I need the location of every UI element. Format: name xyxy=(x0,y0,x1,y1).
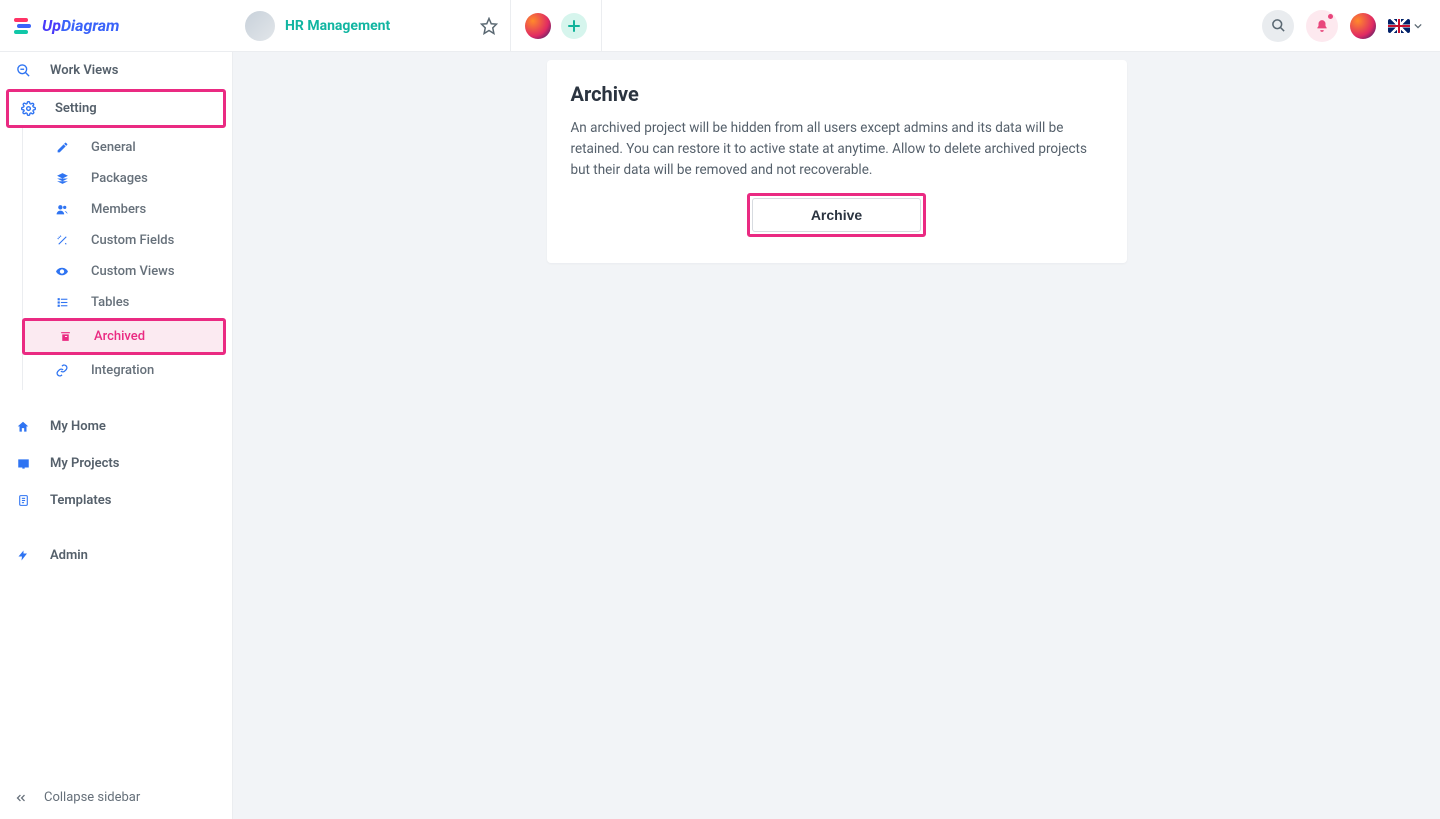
nav-label: My Home xyxy=(50,419,106,434)
eye-icon xyxy=(53,265,71,278)
sub-label: Integration xyxy=(91,363,154,378)
sub-label: Archived xyxy=(94,329,145,344)
notification-dot-icon xyxy=(1328,14,1333,19)
sub-custom-fields[interactable]: Custom Fields xyxy=(23,225,232,256)
nav-setting[interactable]: Setting xyxy=(9,92,223,125)
star-icon[interactable] xyxy=(480,17,498,35)
main-content: Archive An archived project will be hidd… xyxy=(233,52,1440,819)
nav-label: My Projects xyxy=(50,456,119,471)
lightning-icon xyxy=(14,548,32,563)
layers-icon xyxy=(53,172,71,185)
link-icon xyxy=(53,364,71,377)
archive-description: An archived project will be hidden from … xyxy=(571,118,1103,181)
sub-members[interactable]: Members xyxy=(23,194,232,225)
sub-label: General xyxy=(91,140,136,155)
project-members xyxy=(511,0,602,51)
chevron-down-icon xyxy=(1414,22,1422,30)
collapse-sidebar[interactable]: Collapse sidebar xyxy=(0,775,232,819)
book-icon xyxy=(14,457,32,471)
sub-label: Custom Fields xyxy=(91,233,174,248)
archive-card: Archive An archived project will be hidd… xyxy=(547,60,1127,263)
nav-templates[interactable]: Templates xyxy=(0,482,232,519)
archive-title: Archive xyxy=(571,82,1103,106)
highlight-setting: Setting xyxy=(6,89,226,128)
nav-label: Admin xyxy=(50,548,88,563)
archive-button[interactable]: Archive xyxy=(752,198,921,232)
highlight-archived: Archived xyxy=(22,318,226,355)
setting-submenu: General Packages Members Custom Fields xyxy=(22,128,232,390)
archive-box-icon xyxy=(56,330,74,343)
chevrons-left-icon xyxy=(14,791,28,805)
top-bar: UpDiagram HR Management xyxy=(0,0,1440,52)
logo[interactable]: UpDiagram xyxy=(0,0,233,51)
collapse-label: Collapse sidebar xyxy=(44,790,140,805)
sub-archived[interactable]: Archived xyxy=(25,321,223,352)
project-switcher[interactable]: HR Management xyxy=(233,0,511,51)
home-icon xyxy=(14,420,32,434)
clipboard-icon xyxy=(14,493,32,508)
nav-admin[interactable]: Admin xyxy=(0,537,232,574)
project-avatar-icon xyxy=(245,11,275,41)
search-detail-icon xyxy=(14,63,32,78)
highlight-archive-button: Archive xyxy=(747,193,926,237)
user-avatar[interactable] xyxy=(1350,13,1376,39)
logo-icon xyxy=(14,16,36,36)
nav-label: Setting xyxy=(55,101,97,116)
member-avatar[interactable] xyxy=(525,13,551,39)
top-right-actions xyxy=(1262,10,1440,42)
sub-tables[interactable]: Tables xyxy=(23,287,232,318)
wand-icon xyxy=(53,234,71,247)
flag-gb-icon xyxy=(1388,19,1410,33)
logo-text: UpDiagram xyxy=(42,16,120,35)
notifications-button[interactable] xyxy=(1306,10,1338,42)
nav-label: Templates xyxy=(50,493,111,508)
list-icon xyxy=(53,296,71,309)
nav-my-home[interactable]: My Home xyxy=(0,408,232,445)
project-name: HR Management xyxy=(285,18,390,34)
sub-label: Custom Views xyxy=(91,264,175,279)
sub-label: Tables xyxy=(91,295,129,310)
sub-integration[interactable]: Integration xyxy=(23,355,232,386)
sidebar: Work Views Setting General xyxy=(0,52,233,819)
sub-label: Packages xyxy=(91,171,148,186)
gear-icon xyxy=(19,101,37,116)
sub-custom-views[interactable]: Custom Views xyxy=(23,256,232,287)
search-button[interactable] xyxy=(1262,10,1294,42)
sub-general[interactable]: General xyxy=(23,132,232,163)
users-icon xyxy=(53,203,71,216)
nav-my-projects[interactable]: My Projects xyxy=(0,445,232,482)
pencil-icon xyxy=(53,141,71,154)
sub-packages[interactable]: Packages xyxy=(23,163,232,194)
sub-label: Members xyxy=(91,202,146,217)
language-switcher[interactable] xyxy=(1388,19,1422,33)
nav-label: Work Views xyxy=(50,63,118,78)
nav-work-views[interactable]: Work Views xyxy=(0,52,232,89)
add-member-button[interactable] xyxy=(561,13,587,39)
